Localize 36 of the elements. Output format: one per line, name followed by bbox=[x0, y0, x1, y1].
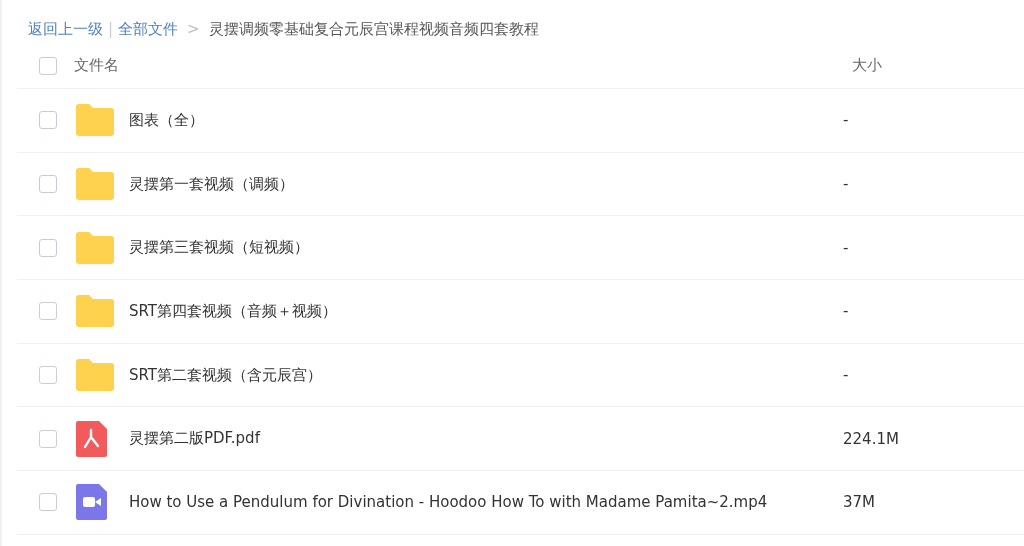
row-checkbox[interactable] bbox=[39, 302, 57, 321]
file-size: - bbox=[843, 366, 850, 385]
file-name[interactable]: SRT第二套视频（含元辰宫） bbox=[129, 365, 843, 385]
folder-icon bbox=[76, 295, 114, 328]
video-file-icon bbox=[76, 484, 107, 521]
column-header[interactable]: 文件名 bbox=[74, 56, 852, 75]
row-checkbox[interactable] bbox=[39, 493, 57, 512]
file-size: - bbox=[843, 111, 850, 130]
pdf-file-icon bbox=[76, 420, 107, 457]
file-name[interactable]: 灵摆第三套视频（短视频） bbox=[129, 238, 843, 258]
current-folder: 灵摆调频零基础复合元辰宫课程视频音频四套教程 bbox=[208, 19, 539, 39]
row-checkbox[interactable] bbox=[39, 111, 57, 130]
row-checkbox[interactable] bbox=[39, 238, 57, 257]
file-name[interactable]: 灵摆第二版PDF.pdf bbox=[129, 429, 843, 449]
folder-icon bbox=[76, 231, 114, 264]
all-files-link[interactable]: 全部文件 bbox=[118, 19, 179, 39]
back-link[interactable]: 返回上一级 bbox=[28, 19, 103, 39]
file-size: - bbox=[843, 175, 850, 194]
select-all-checkbox[interactable] bbox=[39, 56, 57, 75]
file-name[interactable]: How to Use a Pendulum for Divination - Hoodoo How To with Madame Pamita~2.mp4 bbox=[129, 493, 843, 512]
column-header[interactable]: 大小 bbox=[852, 56, 1024, 75]
file-size: - bbox=[843, 238, 850, 257]
folder-icon bbox=[76, 359, 114, 392]
folder-icon bbox=[76, 168, 114, 201]
file-name[interactable]: 图表（全） bbox=[129, 110, 843, 130]
folder-icon bbox=[76, 104, 114, 137]
breadcrumb-separator: > bbox=[187, 20, 200, 38]
file-size: - bbox=[843, 302, 850, 321]
row-checkbox[interactable] bbox=[39, 366, 57, 385]
file-size: 37M bbox=[843, 493, 877, 512]
file-name[interactable]: 灵摆第一套视频（调频） bbox=[129, 174, 843, 194]
file-size: 224.1M bbox=[843, 429, 900, 448]
row-checkbox[interactable] bbox=[39, 429, 57, 448]
breadcrumb-divider: | bbox=[108, 20, 114, 38]
row-checkbox[interactable] bbox=[39, 175, 57, 194]
file-name[interactable]: SRT第四套视频（音频＋视频） bbox=[129, 301, 843, 321]
